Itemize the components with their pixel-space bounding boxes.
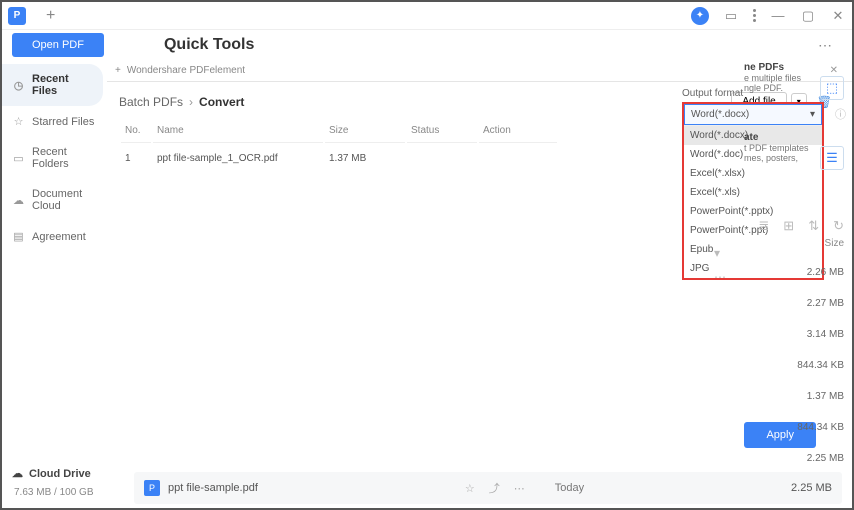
doc-icon: ▤	[12, 230, 25, 243]
more-icon[interactable]: ⋯	[514, 482, 525, 495]
pdf-file-icon: P	[144, 480, 160, 496]
star-icon[interactable]: ☆	[465, 482, 475, 495]
size-value: 2.25 MB	[744, 453, 844, 464]
template-icon[interactable]: ☰	[820, 146, 844, 170]
card-title: ne PDFs	[744, 62, 844, 73]
extra-more-icon[interactable]: ⋯	[714, 270, 726, 284]
recent-date: Today	[555, 482, 584, 494]
cloud-icon: ☁	[12, 467, 23, 480]
sidebar: ◷ Recent Files ☆ Starred Files ▭ Recent …	[2, 60, 107, 508]
clock-icon: ◷	[12, 79, 25, 92]
cloud-icon: ☁	[12, 194, 25, 207]
size-value: 844.34 KB	[744, 360, 844, 371]
col-name: Name	[153, 119, 323, 143]
user-avatar[interactable]: ✦	[691, 7, 709, 25]
table-row[interactable]: 1 ppt file-sample_1_OCR.pdf 1.37 MB	[121, 145, 557, 172]
recent-file-row[interactable]: P ppt file-sample.pdf ☆ ⤴ ⋯ Today 2.25 M…	[134, 472, 842, 504]
sort-icon[interactable]: ⇅	[808, 218, 819, 234]
cell-name: ppt file-sample_1_OCR.pdf	[153, 145, 323, 172]
cell-action	[479, 145, 557, 172]
size-value: 2.26 MB	[744, 267, 844, 278]
breadcrumb-current: Convert	[199, 95, 244, 109]
extra-dropdown-icon[interactable]: ▾	[714, 246, 726, 260]
header-more-icon[interactable]: ⋯	[818, 37, 832, 54]
refresh-icon[interactable]: ↻	[833, 218, 844, 234]
sidebar-item-label: Document Cloud	[32, 188, 97, 212]
breadcrumb-root[interactable]: Batch PDFs	[119, 95, 183, 109]
size-header: Size	[744, 238, 844, 249]
maximize-button[interactable]: ▢	[800, 8, 816, 24]
star-icon: ☆	[12, 115, 25, 128]
cell-no: 1	[121, 145, 151, 172]
chevron-right-icon: ›	[189, 95, 193, 109]
col-action: Action	[479, 119, 557, 143]
chat-icon[interactable]: ▭	[723, 8, 739, 24]
close-button[interactable]: ✕	[830, 8, 846, 24]
cloud-drive-label[interactable]: Cloud Drive	[29, 468, 91, 480]
file-table: No. Name Size Status Action 1 ppt file-s…	[119, 117, 559, 174]
subtab-label: Wondershare PDFelement	[127, 65, 245, 76]
combine-icon[interactable]: ⬚	[820, 76, 844, 100]
app-icon[interactable]: P	[8, 7, 26, 25]
dropdown-value: Word(*.docx)	[691, 109, 749, 120]
page-title: Quick Tools	[164, 36, 254, 54]
minimize-button[interactable]: —	[770, 8, 786, 23]
recent-filename: ppt file-sample.pdf	[168, 482, 258, 494]
sidebar-item-label: Starred Files	[32, 116, 94, 128]
recent-size: 2.25 MB	[791, 482, 832, 494]
view-list-icon[interactable]: ≣	[758, 218, 769, 234]
sidebar-item-document-cloud[interactable]: ☁ Document Cloud	[2, 179, 107, 221]
storage-text: 7.63 MB / 100 GB	[14, 487, 94, 498]
size-value: 2.27 MB	[744, 298, 844, 309]
size-value: 3.14 MB	[744, 329, 844, 340]
plus-icon[interactable]: +	[115, 65, 121, 76]
sidebar-item-recent-files[interactable]: ◷ Recent Files	[2, 64, 103, 106]
sidebar-item-label: Recent Files	[32, 73, 93, 97]
sidebar-item-recent-folders[interactable]: ▭ Recent Folders	[2, 137, 107, 179]
cell-size: 1.37 MB	[325, 145, 405, 172]
col-size: Size	[325, 119, 405, 143]
sidebar-item-label: Agreement	[32, 231, 86, 243]
view-grid-icon[interactable]: ⊞	[783, 218, 794, 234]
cell-status	[407, 145, 477, 172]
folder-icon: ▭	[12, 152, 25, 165]
col-status: Status	[407, 119, 477, 143]
more-menu-icon[interactable]	[753, 9, 756, 22]
sidebar-item-starred-files[interactable]: ☆ Starred Files	[2, 106, 107, 137]
card-title: ate	[744, 132, 844, 143]
size-value: 844.34 KB	[744, 422, 844, 433]
upload-icon[interactable]: ⤴	[489, 480, 500, 496]
size-value: 1.37 MB	[744, 391, 844, 402]
sidebar-item-agreement[interactable]: ▤ Agreement	[2, 221, 107, 252]
sidebar-item-label: Recent Folders	[32, 146, 97, 170]
new-tab-button[interactable]: +	[46, 7, 55, 25]
col-no: No.	[121, 119, 151, 143]
open-pdf-button[interactable]: Open PDF	[12, 33, 104, 57]
